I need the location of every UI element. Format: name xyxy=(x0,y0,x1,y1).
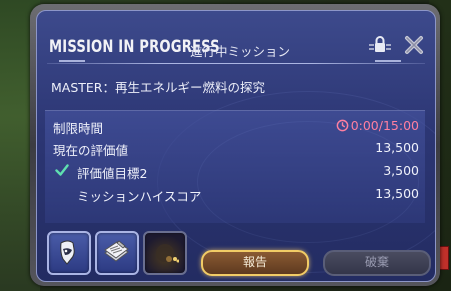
character-icon xyxy=(60,240,75,265)
time-limit-row: 制限時間 0:00/15:00 xyxy=(45,114,425,136)
current-score-row: 現在の評価値 13,500 xyxy=(45,136,425,158)
close-icon[interactable] xyxy=(402,33,426,57)
gem-icon-button[interactable] xyxy=(143,231,187,275)
high-score-row: ミッションハイスコア 13,500 xyxy=(45,182,425,204)
time-limit-value-wrap: 0:00/15:00 xyxy=(336,118,419,133)
mission-stats: 制限時間 0:00/15:00 現在の評価値 13,500 評価値目標2 3,5… xyxy=(45,110,425,223)
header-divider xyxy=(47,63,425,64)
current-score-value: 13,500 xyxy=(375,140,419,155)
character-icon-button[interactable] xyxy=(47,231,91,275)
gem-icon xyxy=(156,244,179,263)
window-subtitle: 進行中ミッション xyxy=(190,44,291,59)
check-icon xyxy=(55,164,69,176)
header-deco-right xyxy=(375,60,401,67)
dismiss-button[interactable]: 破棄 xyxy=(323,250,431,276)
time-limit-label: 制限時間 xyxy=(53,121,104,136)
mission-panel: MISSION IN PROGRESS 進行中ミッション MASTER：再生エネ… xyxy=(36,10,436,282)
lock-icon[interactable] xyxy=(367,35,393,55)
documents-icon-button[interactable] xyxy=(95,231,139,275)
high-score-value: 13,500 xyxy=(375,186,419,201)
master-mission: MASTER：再生エネルギー燃料の探究 xyxy=(51,80,265,95)
clock-icon xyxy=(336,119,349,132)
target-value: 3,500 xyxy=(383,163,419,178)
target-label: 評価値目標2 xyxy=(77,166,148,181)
time-limit-value: 0:00/15:00 xyxy=(350,118,419,133)
documents-icon xyxy=(104,240,129,262)
high-score-label: ミッションハイスコア xyxy=(77,189,202,204)
background-marker xyxy=(439,246,449,270)
header-deco-left xyxy=(59,60,85,67)
current-score-label: 現在の評価値 xyxy=(53,143,129,158)
target-row: 評価値目標2 3,500 xyxy=(45,159,425,181)
report-button[interactable]: 報告 xyxy=(201,250,309,276)
